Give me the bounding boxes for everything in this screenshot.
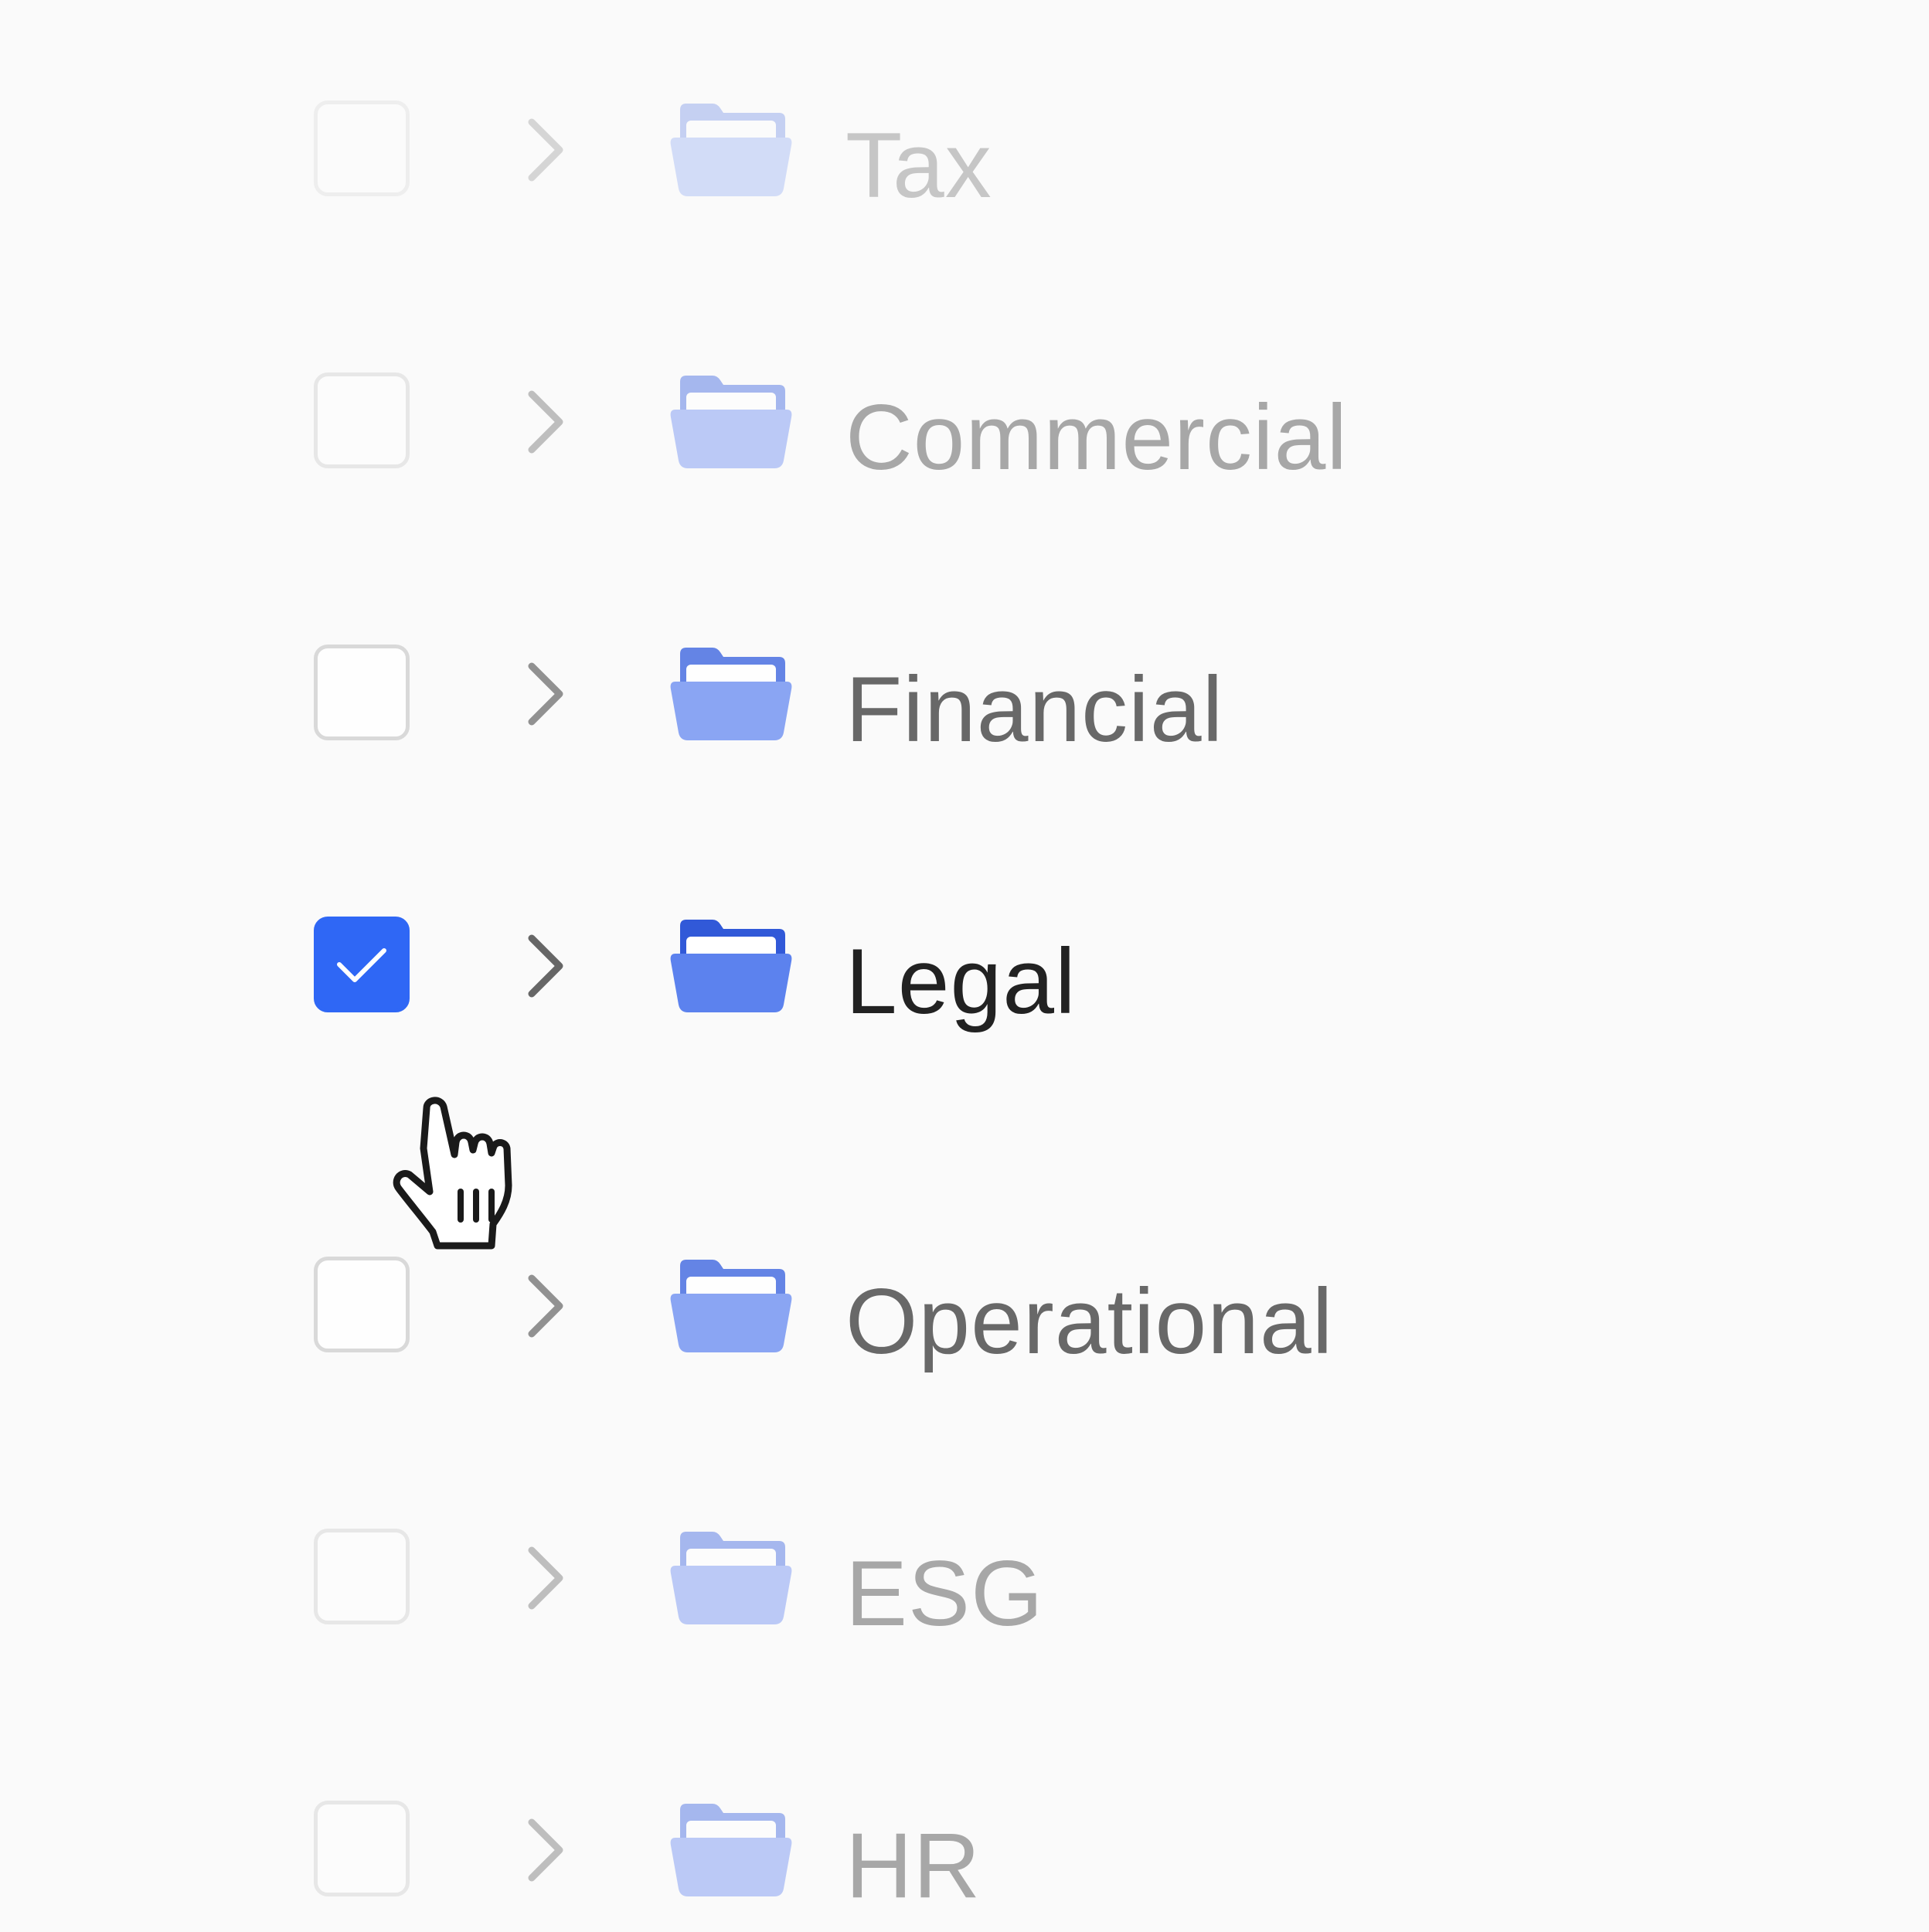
- checkbox-hr[interactable]: [314, 1801, 410, 1896]
- folder-label: HR: [845, 1814, 982, 1917]
- chevron-right-icon[interactable]: [524, 1815, 570, 1886]
- folder-row-operational[interactable]: Operational: [0, 1233, 1929, 1388]
- folder-label: Commercial: [845, 386, 1349, 489]
- folder-label: Legal: [845, 930, 1077, 1033]
- checkbox-financial[interactable]: [314, 645, 410, 740]
- open-folder-icon: [670, 1804, 792, 1896]
- open-folder-icon: [670, 376, 792, 468]
- folder-label: Tax: [845, 114, 992, 217]
- checkbox-esg[interactable]: [314, 1529, 410, 1624]
- chevron-right-icon[interactable]: [524, 1543, 570, 1614]
- open-folder-icon: [670, 104, 792, 196]
- folder-label: ESG: [845, 1542, 1044, 1645]
- open-folder-icon: [670, 920, 792, 1012]
- checkbox-commercial[interactable]: [314, 372, 410, 468]
- chevron-right-icon[interactable]: [524, 1270, 570, 1342]
- open-folder-icon: [670, 1532, 792, 1624]
- checkmark-icon: [337, 948, 386, 982]
- open-folder-icon: [670, 1260, 792, 1352]
- checkbox-tax[interactable]: [314, 100, 410, 196]
- chevron-right-icon[interactable]: [524, 386, 570, 457]
- folder-row-tax[interactable]: Tax: [0, 77, 1929, 232]
- hand-pointer-icon: [393, 1097, 512, 1250]
- folder-row-esg[interactable]: ESG: [0, 1505, 1929, 1660]
- chevron-right-icon[interactable]: [524, 930, 570, 1002]
- checkbox-operational[interactable]: [314, 1257, 410, 1352]
- checkbox-legal[interactable]: [314, 917, 410, 1012]
- folder-label: Financial: [845, 658, 1224, 761]
- folder-row-commercial[interactable]: Commercial: [0, 349, 1929, 504]
- folder-label: Operational: [845, 1270, 1334, 1373]
- chevron-right-icon[interactable]: [524, 114, 570, 185]
- folder-list: Tax Commercial Financial Legal Operation…: [0, 0, 1929, 1929]
- folder-row-hr[interactable]: HR: [0, 1777, 1929, 1932]
- folder-row-financial[interactable]: Financial: [0, 621, 1929, 776]
- folder-row-legal[interactable]: Legal: [0, 893, 1929, 1048]
- chevron-right-icon[interactable]: [524, 658, 570, 730]
- open-folder-icon: [670, 648, 792, 740]
